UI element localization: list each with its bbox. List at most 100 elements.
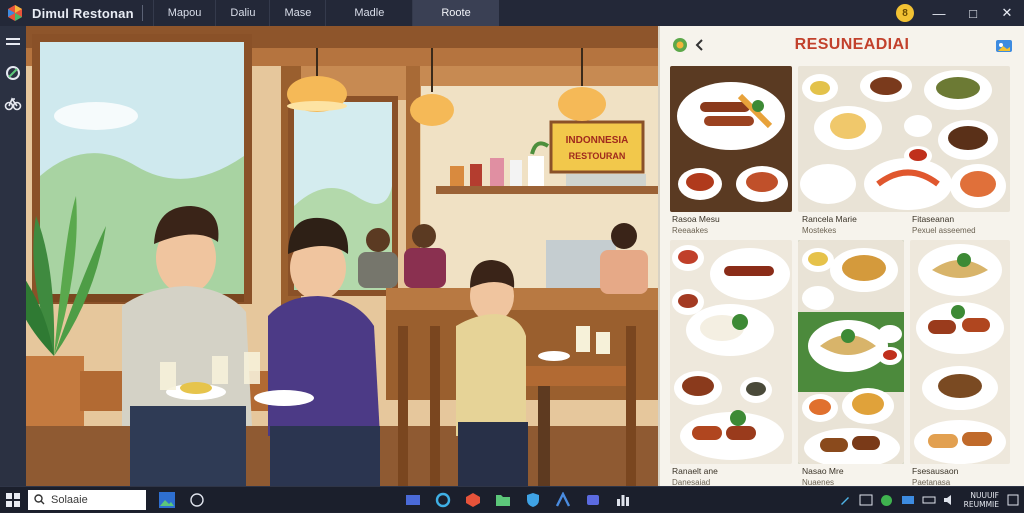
network-icon — [922, 496, 936, 504]
maximize-icon: □ — [969, 5, 977, 21]
teams-icon — [587, 494, 599, 505]
system-tray: NUUUIF REUMMIE — [838, 487, 1020, 513]
caption-5: Nasao Mre Nuaenes — [802, 466, 844, 488]
coin-button[interactable]: 8 — [888, 0, 922, 26]
taskbar-app-chat[interactable] — [186, 489, 208, 511]
code-icon — [555, 491, 571, 507]
gallery-icon — [996, 40, 1012, 52]
taskbar-app-files[interactable] — [492, 489, 514, 511]
xbox-button[interactable] — [880, 493, 894, 507]
caption-2-title: Rancela Marie — [802, 214, 857, 224]
tab-mapou[interactable]: Mapou — [152, 0, 216, 26]
search-text: Solaaie — [51, 493, 88, 506]
tab-mase[interactable]: Mase — [269, 0, 325, 26]
restaurant-illustration: INDONNESIA RESTOURAN — [26, 26, 658, 486]
caption-1: Rasoa Mesu Reeaakes — [672, 214, 720, 236]
pen-button[interactable] — [838, 493, 852, 507]
menu-header: RESUNEADIAI — [660, 26, 1024, 64]
chat-icon — [190, 492, 204, 507]
taskbar-app-photos[interactable] — [156, 489, 178, 511]
tab-strip: Mapou Daliu Mase Madle Roote — [152, 0, 499, 26]
volume-button[interactable] — [943, 493, 957, 507]
windows-icon — [6, 492, 20, 507]
title-bar: Dimul Restonan Mapou Daliu Mase Madle Ro… — [0, 0, 1024, 26]
vpn-icon — [901, 496, 914, 504]
close-icon: ✕ — [1001, 5, 1013, 20]
tab-madle[interactable]: Madle — [325, 0, 412, 26]
volume-icon — [943, 495, 951, 505]
sign-line-1: INDONNESIA — [566, 135, 629, 146]
tray-clock[interactable]: NUUUIF REUMMIE — [964, 491, 999, 509]
dish-icon — [6, 66, 20, 80]
shield-icon — [527, 492, 539, 507]
badge-icon — [673, 38, 687, 52]
back-icon — [695, 39, 703, 51]
caption-6-title: Fsesausaon — [912, 466, 959, 476]
taskbar-app-security[interactable] — [522, 489, 544, 511]
start-button[interactable] — [0, 487, 26, 513]
store-icon — [466, 492, 480, 507]
maximize-button[interactable]: □ — [956, 0, 990, 26]
caption-4: Ranaelt ane Danesaiad — [672, 466, 718, 488]
caption-2-sub: Mostekes — [802, 226, 837, 235]
close-button[interactable]: ✕ — [990, 0, 1024, 26]
taskbar: Solaaie NUUUIF REUMMIE — [0, 486, 1024, 512]
tab-daliu[interactable]: Daliu — [215, 0, 269, 26]
caption-5-title: Nasao Mre — [802, 466, 844, 476]
dish-button[interactable] — [2, 62, 24, 84]
xbox-icon — [881, 494, 893, 506]
taskbar-app-mail[interactable] — [402, 489, 424, 511]
notification-icon — [1007, 494, 1019, 506]
mail-icon — [406, 494, 420, 505]
tool-rail — [0, 26, 26, 486]
image-icon — [859, 494, 873, 506]
app-logo-icon — [6, 4, 24, 22]
sign-line-2: RESTOURAN — [569, 151, 626, 161]
menu-button[interactable] — [2, 32, 24, 54]
dish-photo-sides[interactable] — [910, 240, 1010, 464]
caption-3: Fitaseanan Pexuel asseemed — [912, 214, 976, 236]
clock-line-2: REUMMIE — [963, 500, 999, 509]
caption-2: Rancela Marie Mostekes — [802, 214, 857, 236]
tab-roote[interactable]: Roote — [412, 0, 499, 26]
browser-icon — [435, 492, 451, 507]
network-button[interactable] — [922, 493, 936, 507]
taskbar-app-browser[interactable] — [432, 489, 454, 511]
caption-1-title: Rasoa Mesu — [672, 214, 720, 224]
minimize-button[interactable]: — — [922, 0, 956, 26]
menu-panel: RESUNEADIAI Rasoa Mesu Reeaakes Rancela … — [658, 26, 1024, 488]
app-title: Dimul Restonan — [32, 5, 134, 21]
menu-icon — [6, 38, 20, 45]
restaurant-scene: INDONNESIA RESTOURAN — [26, 26, 658, 486]
title-divider — [141, 5, 143, 21]
caption-3-sub: Pexuel asseemed — [912, 226, 976, 235]
coin-icon: 8 — [896, 4, 914, 22]
taskbar-search[interactable]: Solaaie — [28, 489, 146, 510]
photo-tray-button[interactable] — [859, 493, 873, 507]
bike-icon — [4, 97, 22, 111]
folder-icon — [496, 494, 510, 506]
notifications-button[interactable] — [1006, 493, 1020, 507]
taskbar-app-chart[interactable] — [612, 489, 634, 511]
minimize-icon: — — [932, 5, 946, 21]
photos-icon — [159, 491, 175, 508]
dish-photo-noodles[interactable] — [798, 240, 904, 464]
caption-3-title: Fitaseanan — [912, 214, 955, 224]
taskbar-app-teams[interactable] — [582, 489, 604, 511]
search-icon — [34, 494, 45, 505]
gallery-button[interactable] — [994, 35, 1014, 55]
vpn-button[interactable] — [901, 493, 915, 507]
dish-photo-grill[interactable] — [670, 240, 792, 464]
clock-line-1: NUUUIF — [970, 491, 999, 500]
badge-button[interactable] — [670, 35, 690, 55]
menu-title: RESUNEADIAI — [794, 36, 910, 53]
taskbar-app-store[interactable] — [462, 489, 484, 511]
back-button[interactable] — [690, 35, 710, 55]
chart-icon — [617, 494, 629, 506]
caption-1-sub: Reeaakes — [672, 226, 709, 235]
pen-icon — [840, 497, 849, 505]
dish-photo-satay[interactable] — [670, 66, 792, 212]
bike-button[interactable] — [2, 92, 24, 114]
taskbar-app-code[interactable] — [552, 489, 574, 511]
dish-photo-platter[interactable] — [798, 66, 1010, 212]
